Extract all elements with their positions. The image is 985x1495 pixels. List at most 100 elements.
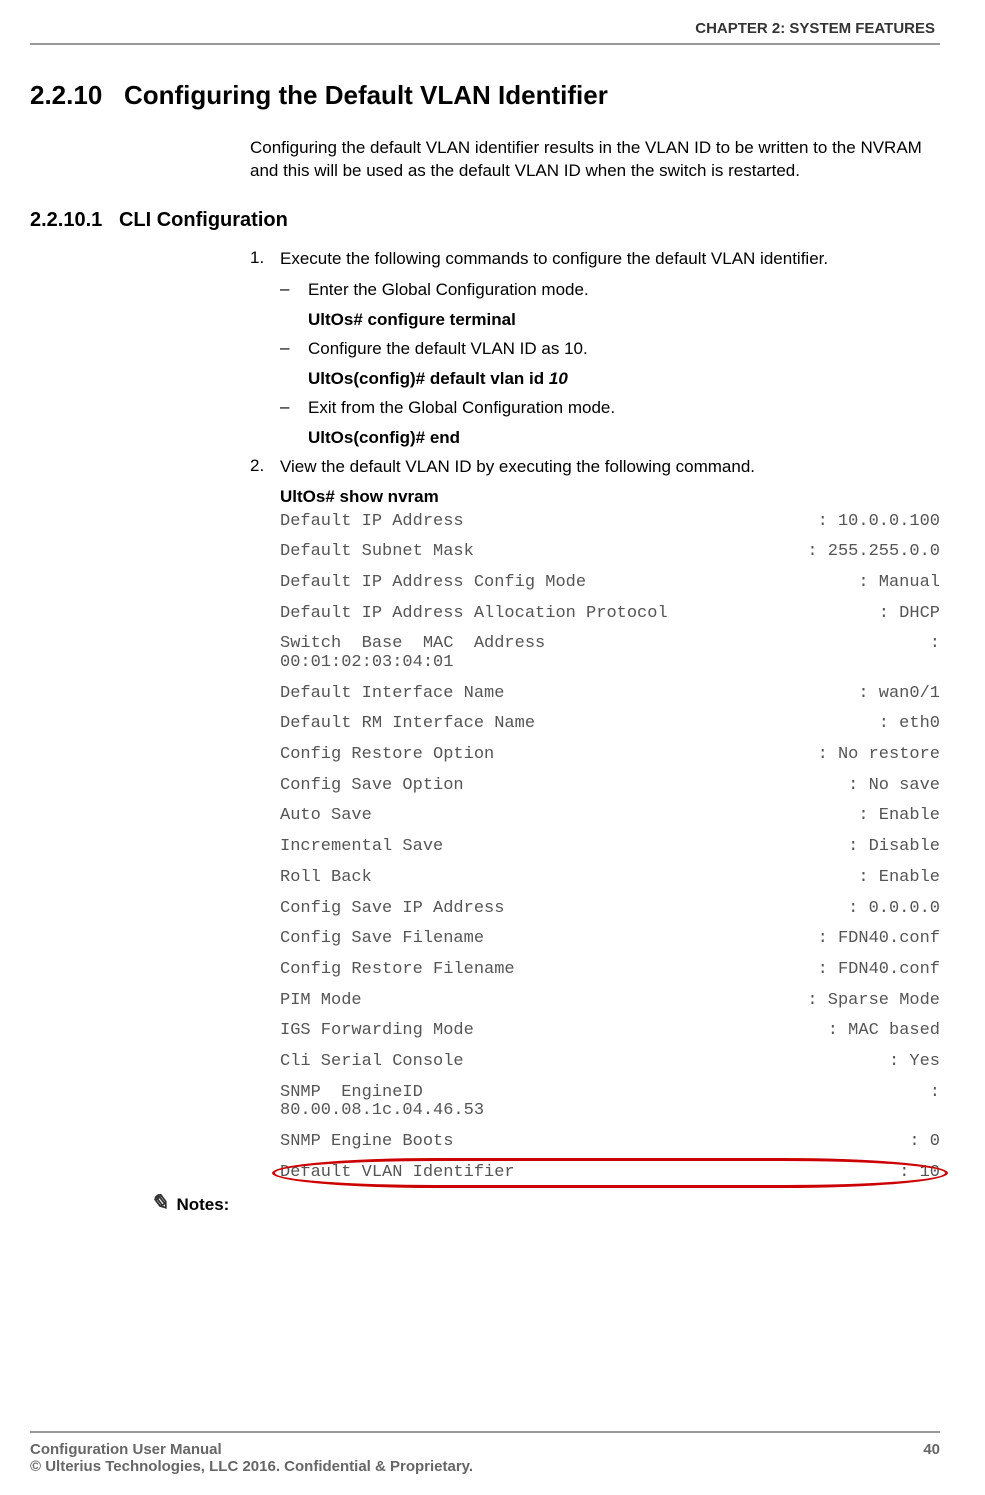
page-footer: Configuration User Manual 40 © Ulterius … [30, 1431, 940, 1475]
nvram-label: PIM Mode [280, 992, 362, 1011]
nvram-row: Incremental Save: Disable [280, 838, 940, 857]
notes-label: Notes: [176, 1195, 229, 1215]
nvram-label: Config Restore Option [280, 746, 494, 765]
nvram-label: Default IP Address Config Mode [280, 574, 586, 593]
section-title: Configuring the Default VLAN Identifier [124, 80, 608, 110]
nvram-row-highlighted: Default VLAN Identifier : 10 [280, 1164, 940, 1183]
cmd-b-prefix: UltOs(config)# default vlan id [308, 369, 549, 388]
nvram-value: : Disable [848, 838, 940, 857]
nvram-value: : FDN40.conf [818, 961, 940, 980]
nvram-value: : 0 [909, 1133, 940, 1152]
chapter-header: CHAPTER 2: SYSTEM FEATURES [30, 20, 940, 37]
cmd-a: UltOs# configure terminal [308, 310, 940, 330]
nvram-value: : Enable [858, 869, 940, 888]
nvram-row: Default IP Address Config Mode : Manual [280, 574, 940, 593]
substep-a: – Enter the Global Configuration mode. [280, 279, 940, 302]
nvram-row: Config Restore Option : No restore [280, 746, 940, 765]
step-text: View the default VLAN ID by executing th… [280, 456, 940, 479]
step-2: 2. View the default VLAN ID by executing… [250, 456, 940, 479]
nvram-colon: : [930, 1084, 940, 1103]
nvram-value: : No restore [818, 746, 940, 765]
nvram-row: Default Interface Name : wan0/1 [280, 685, 940, 704]
nvram-label: IGS Forwarding Mode [280, 1022, 474, 1041]
nvram-value: : Sparse Mode [807, 992, 940, 1011]
nvram-value: : eth0 [879, 715, 940, 734]
substep-text: Configure the default VLAN ID as 10. [308, 338, 940, 361]
nvram-value: : 0.0.0.0 [848, 900, 940, 919]
nvram-value: : Enable [858, 807, 940, 826]
nvram-label: Default IP Address Allocation Protocol [280, 605, 668, 624]
nvram-label: Default Subnet Mask [280, 543, 474, 562]
top-rule [30, 43, 940, 45]
step-text: Execute the following commands to config… [280, 248, 940, 271]
nvram-row-wrap: SNMP EngineID: 80.00.08.1c.04.46.53 [280, 1084, 940, 1121]
nvram-value: : FDN40.conf [818, 930, 940, 949]
nvram-label: Config Save Filename [280, 930, 484, 949]
subsection-number: 2.2.10.1 [30, 209, 102, 231]
page-number: 40 [923, 1441, 940, 1458]
nvram-label: Roll Back [280, 869, 372, 888]
cmd-b-arg: 10 [549, 369, 568, 388]
substep-c: – Exit from the Global Configuration mod… [280, 397, 940, 420]
nvram-row: Config Save IP Address : 0.0.0.0 [280, 900, 940, 919]
footer-doc-title: Configuration User Manual [30, 1441, 222, 1458]
nvram-label: Cli Serial Console [280, 1053, 464, 1072]
cmd-b: UltOs(config)# default vlan id 10 [308, 369, 940, 389]
nvram-label: Default VLAN Identifier [280, 1164, 515, 1183]
substep-text: Exit from the Global Configuration mode. [308, 397, 940, 420]
nvram-row: Cli Serial Console : Yes [280, 1053, 940, 1072]
step-number: 1. [250, 248, 280, 271]
nvram-label: SNMP Engine Boots [280, 1133, 453, 1152]
section-number: 2.2.10 [30, 80, 102, 110]
nvram-row: Default IP Address Allocation Protocol : … [280, 605, 940, 624]
nvram-label: Switch Base MAC Address [280, 635, 545, 654]
nvram-label: Default Interface Name [280, 685, 504, 704]
nvram-value: : 10 [899, 1164, 940, 1183]
nvram-row: Auto Save : Enable [280, 807, 940, 826]
nvram-value: : Yes [889, 1053, 940, 1072]
nvram-row: Default IP Address : 10.0.0.100 [280, 513, 940, 532]
nvram-output: Default IP Address : 10.0.0.100 Default S… [280, 513, 940, 1183]
nvram-colon: : [930, 635, 940, 654]
nvram-label: Auto Save [280, 807, 372, 826]
cmd-c: UltOs(config)# end [308, 428, 940, 448]
nvram-row: Default RM Interface Name : eth0 [280, 715, 940, 734]
nvram-value: : No save [848, 777, 940, 796]
nvram-value: : Manual [858, 574, 940, 593]
nvram-row: Config Save Filename : FDN40.conf [280, 930, 940, 949]
nvram-label: Config Restore Filename [280, 961, 515, 980]
step-1: 1. Execute the following commands to con… [250, 248, 940, 271]
nvram-label: Config Save IP Address [280, 900, 504, 919]
nvram-value: 80.00.08.1c.04.46.53 [280, 1102, 940, 1121]
nvram-value: 00:01:02:03:04:01 [280, 654, 940, 673]
nvram-value: : 255.255.0.0 [807, 543, 940, 562]
nvram-value: : 10.0.0.100 [818, 513, 940, 532]
cmd-show-nvram: UltOs# show nvram [280, 487, 940, 507]
nvram-label: Default RM Interface Name [280, 715, 535, 734]
nvram-value: : MAC based [828, 1022, 940, 1041]
nvram-row-wrap: Switch Base MAC Address: 00:01:02:03:04:… [280, 635, 940, 672]
nvram-row: Config Save Option : No save [280, 777, 940, 796]
subsection-title: CLI Configuration [119, 209, 288, 231]
nvram-label: Config Save Option [280, 777, 464, 796]
nvram-row: PIM Mode : Sparse Mode [280, 992, 940, 1011]
nvram-value: : wan0/1 [858, 685, 940, 704]
nvram-label: SNMP EngineID [280, 1084, 423, 1103]
substep-text: Enter the Global Configuration mode. [308, 279, 940, 302]
substep-b: – Configure the default VLAN ID as 10. [280, 338, 940, 361]
nvram-value: : DHCP [879, 605, 940, 624]
pencil-icon: ✎ [150, 1190, 168, 1216]
dash: – [280, 279, 308, 302]
nvram-row: Default Subnet Mask : 255.255.0.0 [280, 543, 940, 562]
subsection-heading: 2.2.10.1 CLI Configuration [30, 209, 940, 232]
nvram-row: Roll Back : Enable [280, 869, 940, 888]
section-intro: Configuring the default VLAN identifier … [250, 137, 940, 183]
dash: – [280, 338, 308, 361]
nvram-row: SNMP Engine Boots : 0 [280, 1133, 940, 1152]
nvram-row: IGS Forwarding Mode : MAC based [280, 1022, 940, 1041]
notes-heading: ✎ Notes: [150, 1190, 940, 1216]
section-heading: 2.2.10 Configuring the Default VLAN Iden… [30, 80, 940, 111]
nvram-label: Default IP Address [280, 513, 464, 532]
footer-copyright: © Ulterius Technologies, LLC 2016. Confi… [30, 1458, 940, 1475]
nvram-row: Config Restore Filename : FDN40.conf [280, 961, 940, 980]
